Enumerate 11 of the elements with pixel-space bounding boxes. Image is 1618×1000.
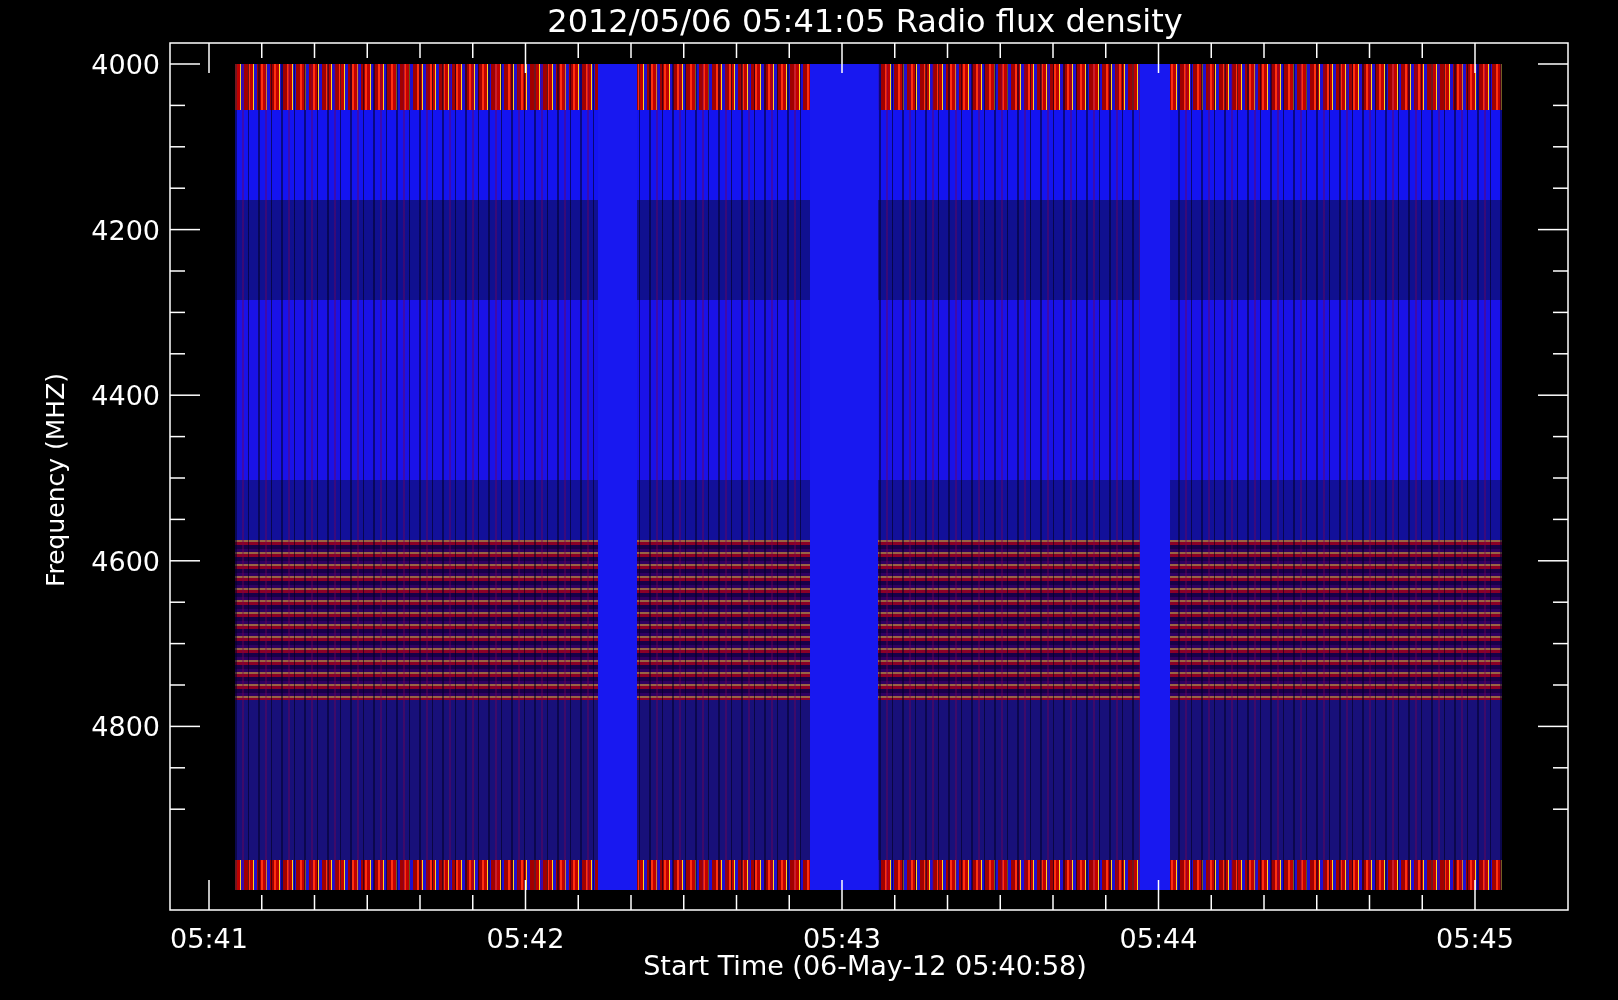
chart-title: 2012/05/06 05:41:05 Radio flux density <box>547 2 1183 40</box>
tick-label: 4400 <box>91 380 160 412</box>
tick-label: 05:45 <box>1436 923 1514 954</box>
axis-title: Frequency (MHZ) <box>41 372 70 588</box>
tick-label: 4600 <box>91 545 160 577</box>
tick-label: 4000 <box>91 49 160 80</box>
tick-label: 05:44 <box>1119 923 1198 954</box>
tick-label: 05:41 <box>170 923 248 954</box>
tick-label: 4200 <box>91 214 160 246</box>
tick-label: 4800 <box>91 711 160 743</box>
tick-label: 05:42 <box>486 923 565 954</box>
